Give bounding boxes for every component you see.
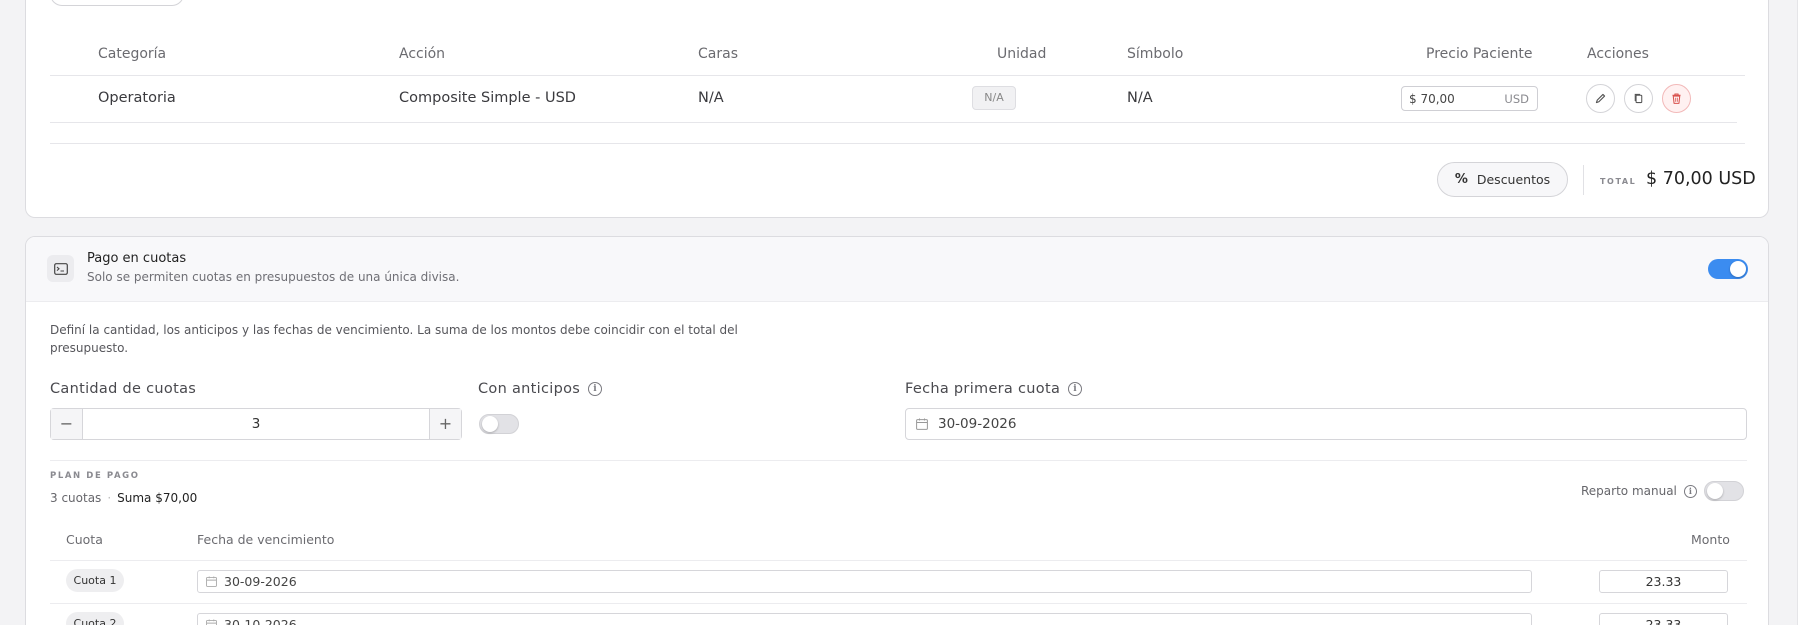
plan-count: 3 cuotas [50, 491, 102, 505]
header-cuota: Cuota [66, 532, 103, 547]
reparto-manual: Reparto manual i [1581, 481, 1744, 501]
monto-input[interactable]: 23.33 [1599, 570, 1728, 593]
cuota-badge: Cuota 2 [66, 612, 124, 625]
first-date-input[interactable]: 30-09-2026 [905, 408, 1747, 440]
monto-input[interactable]: 23.33 [1599, 613, 1728, 625]
cuota-badge: Cuota 1 [66, 569, 124, 592]
percent-icon: % [1454, 172, 1468, 187]
top-partial-button[interactable] [50, 0, 184, 6]
price-input[interactable]: $ 70,00 USD [1401, 86, 1538, 111]
installments-info: Definí la cantidad, los anticipos y las … [50, 323, 738, 355]
header-acciones: Acciones [1587, 46, 1649, 62]
anticipos-label: Con anticipos i [478, 381, 603, 397]
cantidad-label-text: Cantidad de cuotas [50, 381, 197, 397]
cantidad-label: Cantidad de cuotas [50, 381, 196, 397]
right-scroll-area [1797, 0, 1820, 625]
header-fecha: Fecha de vencimiento [197, 532, 335, 547]
increment-button[interactable]: + [429, 409, 461, 439]
plan-summary: 3 cuotas · Suma $70,00 [50, 491, 197, 505]
reparto-toggle[interactable] [1703, 481, 1744, 501]
row-divider [50, 603, 1747, 604]
info-icon[interactable]: i [1068, 382, 1083, 396]
terminal-icon [53, 262, 68, 275]
quantity-value[interactable]: 3 [83, 416, 429, 432]
due-date-value: 30-09-2026 [224, 574, 297, 589]
due-date-input[interactable]: 30-09-2026 [197, 570, 1532, 593]
descuentos-button[interactable]: % Descuentos [1437, 162, 1568, 197]
toggle-knob [482, 416, 498, 432]
cell-accion: Composite Simple - USD [399, 90, 576, 106]
cell-caras: N/A [698, 90, 724, 106]
fecha-label: Fecha primera cuota i [905, 381, 1083, 397]
anticipos-toggle[interactable] [479, 414, 519, 434]
plan-label: PLAN DE PAGO [50, 471, 140, 481]
installments-card: Pago en cuotas Solo se permiten cuotas e… [25, 236, 1769, 625]
fecha-label-text: Fecha primera cuota [905, 381, 1061, 397]
unidad-badge: N/A [972, 86, 1016, 110]
table-header-divider [50, 75, 1745, 76]
delete-button[interactable] [1662, 84, 1691, 113]
calendar-icon [206, 619, 217, 625]
info-icon[interactable]: i [588, 382, 603, 396]
installments-header-divider [50, 560, 1747, 561]
trash-icon [1672, 93, 1681, 104]
duplicate-button[interactable] [1624, 84, 1653, 113]
table-bottom-divider [50, 143, 1745, 144]
reparto-toggle-wrap [1703, 481, 1744, 501]
cell-simbolo: N/A [1127, 90, 1153, 106]
price-value: $ 70,00 [1409, 92, 1455, 106]
row-divider [50, 122, 1737, 123]
edit-button[interactable] [1586, 84, 1615, 113]
header-monto: Monto [1691, 532, 1730, 547]
toggle-knob [1730, 261, 1746, 277]
summary-divider [1583, 165, 1584, 195]
copy-icon [1634, 93, 1643, 104]
cell-categoria: Operatoria [98, 90, 176, 106]
first-date-value: 30-09-2026 [938, 416, 1017, 432]
installments-icon-box [47, 255, 74, 282]
due-date-input[interactable]: 30-10-2026 [197, 613, 1532, 625]
price-currency: USD [1504, 92, 1529, 106]
header-accion: Acción [399, 46, 446, 62]
plan-dot: · [107, 491, 112, 505]
descuentos-label: Descuentos [1476, 172, 1551, 187]
header-unidad: Unidad [997, 46, 1047, 62]
quantity-stepper: − 3 + [50, 408, 462, 440]
calendar-icon [206, 576, 217, 587]
pencil-icon [1595, 93, 1606, 104]
reparto-label: Reparto manual [1581, 484, 1677, 498]
total-value: $ 70,00 USD [1646, 169, 1756, 189]
total-label: TOTAL [1600, 177, 1637, 186]
installments-toggle[interactable] [1708, 259, 1748, 279]
installments-subtitle: Solo se permiten cuotas en presupuestos … [87, 270, 460, 284]
toggle-knob [1706, 483, 1723, 499]
info-icon[interactable]: i [1683, 484, 1697, 498]
header-categoria: Categoría [98, 46, 167, 62]
header-precio: Precio Paciente [1426, 46, 1533, 62]
installments-header: Pago en cuotas Solo se permiten cuotas e… [26, 237, 1768, 302]
decrement-button[interactable]: − [51, 409, 83, 439]
header-caras: Caras [698, 46, 738, 62]
anticipos-label-text: Con anticipos [478, 381, 581, 397]
installments-title: Pago en cuotas [87, 251, 187, 266]
due-date-value: 30-10-2026 [224, 617, 297, 625]
header-simbolo: Símbolo [1127, 46, 1184, 62]
section-divider [50, 460, 1747, 461]
calendar-icon [916, 418, 928, 430]
plan-sum: Suma $70,00 [117, 491, 198, 505]
